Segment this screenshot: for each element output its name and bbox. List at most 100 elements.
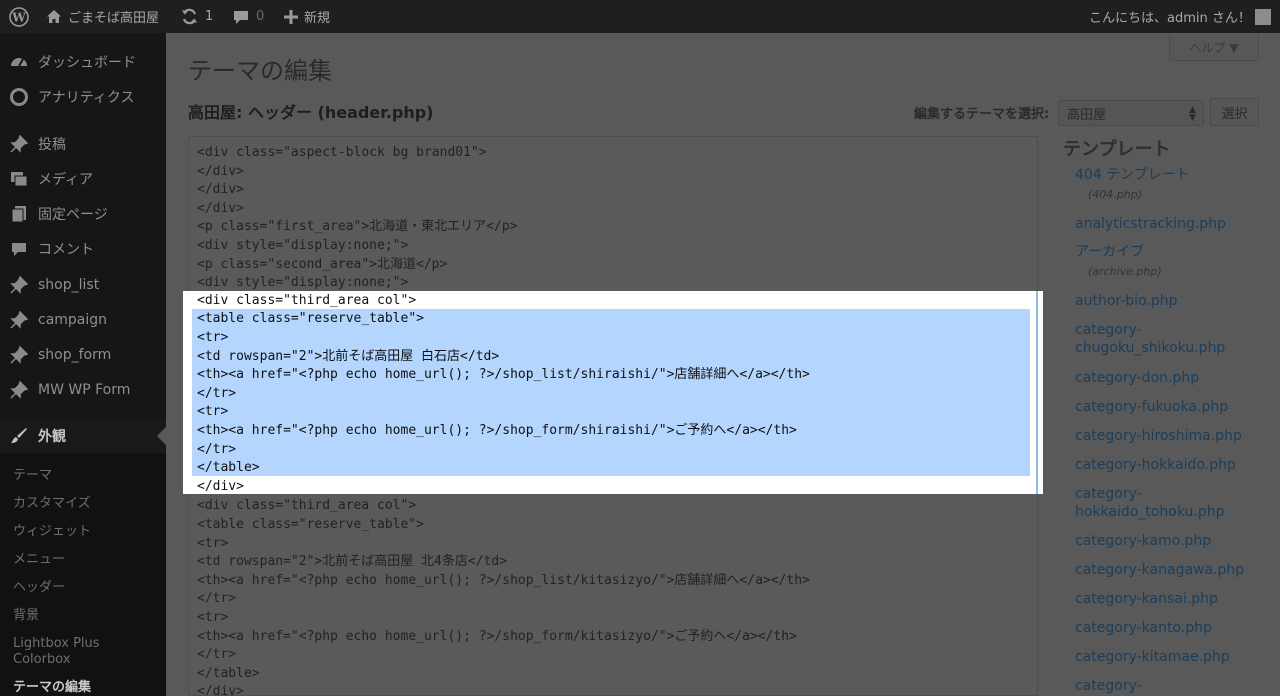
pages-icon [10, 205, 28, 223]
menu-item-posts[interactable]: 投稿 [0, 127, 166, 161]
submenu-item-themes[interactable]: テーマ [13, 468, 52, 484]
text-selection [192, 309, 1030, 476]
menu-item-mw-wp-form[interactable]: MW WP Form [0, 373, 166, 407]
menu-item-shop-form[interactable]: shop_form [0, 338, 166, 372]
new-label: 新規 [304, 11, 331, 26]
appearance-brush-icon [10, 427, 28, 445]
greeting: こんにちは、admin さん！ [1089, 11, 1251, 26]
menu-label: メディア [38, 172, 94, 188]
template-link[interactable]: category-don.php [1075, 369, 1199, 387]
file-title: 高田屋: ヘッダー (header.php) [188, 103, 434, 122]
pin-icon [10, 381, 28, 399]
site-name-link[interactable]: ごまそば高田屋 [46, 0, 159, 33]
code-line: <td rowspan="2">北前そば高田屋 白石店</td> [197, 348, 500, 364]
code-line: </div> [197, 200, 244, 216]
menu-item-shop-list[interactable]: shop_list [0, 268, 166, 302]
template-filename: (404.php) [1088, 188, 1143, 201]
menu-item-campaign[interactable]: campaign [0, 303, 166, 337]
code-line: <table class="reserve_table"> [197, 311, 424, 327]
updates-count: 1 [205, 9, 214, 24]
updates-icon [181, 8, 198, 25]
code-line: </div> [197, 163, 244, 179]
menu-label: コメント [38, 242, 94, 258]
menu-label: ダッシュボード [38, 55, 136, 71]
updates-link[interactable]: 1 [181, 0, 213, 33]
code-line: </table> [197, 665, 260, 681]
template-link[interactable]: category-kanagawa.php [1075, 561, 1244, 579]
template-link[interactable]: category-hiroshima.php [1075, 427, 1242, 445]
templates-heading: テンプレート [1063, 139, 1171, 160]
menu-item-comments[interactable]: コメント [0, 232, 166, 266]
template-link[interactable]: category-kansai.php [1075, 590, 1218, 608]
template-link[interactable]: category-kamo.php [1075, 532, 1211, 550]
code-line: <table class="reserve_table"> [197, 517, 424, 532]
menu-item-dashboard[interactable]: ダッシュボード [0, 45, 166, 79]
menu-label: shop_list [38, 277, 100, 293]
menu-label: 固定ページ [38, 207, 108, 223]
submenu-item-header[interactable]: ヘッダー [13, 580, 65, 596]
code-line: <th><a href="<?php echo home_url(); ?>/s… [197, 367, 810, 383]
submenu-item-widgets[interactable]: ウィジェット [13, 524, 91, 540]
code-line: <p class="second_area">北海道</p> [197, 256, 448, 272]
menu-label: shop_form [38, 347, 112, 363]
menu-label: 外観 [38, 429, 66, 445]
template-link[interactable]: category-fukuoka.php [1075, 398, 1228, 416]
code-line: <tr> [197, 330, 229, 345]
pin-icon [10, 276, 28, 294]
template-link[interactable]: category- [1075, 677, 1142, 695]
menu-item-pages[interactable]: 固定ページ [0, 197, 166, 231]
template-link[interactable]: category-kanto.php [1075, 619, 1212, 637]
submenu-item-lightbox[interactable]: Lightbox Plus Colorbox [13, 636, 113, 668]
template-link[interactable]: category-chugoku_shikoku.php [1075, 321, 1235, 357]
submenu-item-background[interactable]: 背景 [13, 608, 39, 624]
theme-select[interactable]: 高田屋 ▲ ▼ [1058, 100, 1204, 126]
code-line: <div class="aspect-block bg brand01"> [197, 145, 487, 160]
menu-label: MW WP Form [38, 382, 131, 398]
plus-icon [284, 9, 298, 24]
code-line: <th><a href="<?php echo home_url(); ?>/s… [197, 628, 797, 644]
code-line: <td rowspan="2">北前そば高田屋 北4条店</td> [197, 554, 508, 570]
code-line: <div class="third_area col"> [197, 292, 417, 308]
theme-select-value: 高田屋 [1067, 107, 1107, 123]
current-menu-arrow [157, 427, 166, 445]
home-icon [46, 9, 62, 24]
appearance-submenu: テーマ カスタマイズ ウィジェット メニュー ヘッダー 背景 Lightbox … [0, 453, 166, 696]
code-line: </tr> [197, 441, 237, 457]
wordpress-logo-icon[interactable]: W [9, 0, 29, 33]
template-link[interactable]: category-hokkaido_tohoku.php [1075, 485, 1224, 521]
menu-item-analytics[interactable]: アナリティクス [0, 80, 166, 114]
template-link[interactable]: category-hokkaido.php [1075, 456, 1236, 474]
template-link[interactable]: author-bio.php [1075, 292, 1177, 310]
comments-count: 0 [256, 9, 265, 24]
menu-label: アナリティクス [38, 90, 135, 106]
comment-bubble-icon [233, 9, 249, 25]
editor-scrollbar-edge [1036, 291, 1038, 494]
comment-icon [10, 240, 28, 258]
template-link[interactable]: category-kitamae.php [1075, 648, 1230, 666]
account-menu[interactable]: こんにちは、admin さん！ [1089, 0, 1271, 33]
submenu-item-menus[interactable]: メニュー [13, 552, 65, 568]
pin-icon [10, 135, 28, 153]
comments-link[interactable]: 0 [233, 0, 264, 33]
theme-select-label: 編集するテーマを選択: [914, 107, 1050, 122]
submenu-item-theme-editor[interactable]: テーマの編集 [13, 680, 91, 696]
code-line: </div> [197, 182, 244, 198]
dashboard-icon [10, 53, 28, 71]
submenu-item-customize[interactable]: カスタマイズ [13, 496, 91, 512]
analytics-icon [10, 88, 28, 106]
code-line: <tr> [197, 610, 229, 625]
pin-icon [10, 346, 28, 364]
code-line: </tr> [197, 647, 237, 663]
code-line: <div class="third_area col"> [197, 498, 417, 514]
menu-item-media[interactable]: メディア [0, 162, 166, 196]
new-content-link[interactable]: 新規 [284, 0, 330, 33]
code-line: <tr> [197, 404, 229, 420]
code-line: <th><a href="<?php echo home_url(); ?>/s… [197, 572, 810, 588]
select-button[interactable]: 選択 [1210, 98, 1259, 126]
template-link[interactable]: analyticstracking.php [1075, 215, 1226, 233]
code-line: <th><a href="<?php echo home_url(); ?>/s… [197, 423, 797, 438]
template-link[interactable]: アーカイブ [1075, 243, 1144, 261]
template-link[interactable]: 404 テンプレート [1075, 166, 1190, 184]
menu-item-appearance[interactable]: 外観 [0, 419, 166, 453]
help-button[interactable]: ヘルプ ▼ [1169, 35, 1259, 61]
